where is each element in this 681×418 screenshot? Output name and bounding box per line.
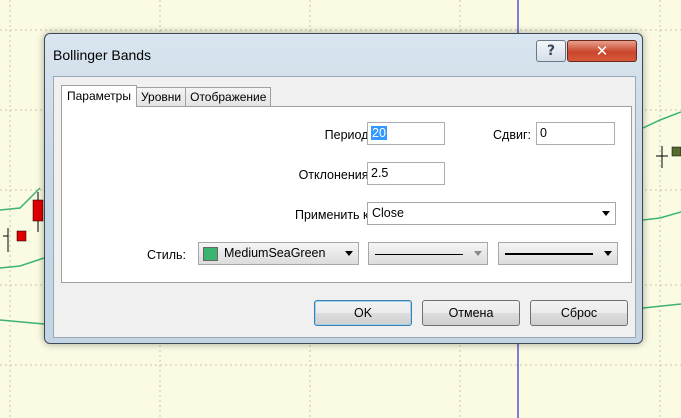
shift-input[interactable]: 0 (536, 122, 615, 145)
color-select[interactable]: MediumSeaGreen (198, 242, 359, 265)
apply-to-select[interactable]: Close (367, 202, 616, 225)
help-icon: ? (546, 43, 556, 59)
period-label: Период: (324, 128, 372, 142)
line-style-sample (375, 254, 463, 255)
cancel-button[interactable]: Отмена (422, 300, 520, 326)
tab-strip: Параметры Уровни Отображение (61, 85, 272, 107)
deviation-input[interactable]: 2.5 (367, 162, 445, 185)
band-upper-right (642, 111, 681, 129)
chevron-down-icon (602, 211, 610, 216)
candles-left (3, 192, 44, 252)
style-label: Стиль: (146, 248, 186, 262)
band-bottom-right (642, 303, 681, 309)
apply-to-value: Close (372, 206, 404, 220)
ok-button[interactable]: OK (314, 300, 412, 326)
chevron-down-icon (604, 251, 612, 256)
reset-button[interactable]: Сброс (530, 300, 628, 326)
bollinger-bands-dialog: Bollinger Bands ? ✕ Параметры Уровни Ото… (44, 33, 643, 344)
color-swatch (203, 247, 218, 261)
band-lower-right (642, 211, 681, 221)
parameters-panel: Период: 20 Сдвиг: 0 Отклонения: 2.5 Прим… (61, 106, 632, 283)
candles-right (656, 146, 681, 168)
chevron-down-icon (474, 251, 482, 256)
line-style-select[interactable] (368, 242, 488, 265)
period-input[interactable]: 20 (367, 122, 445, 145)
tab-visualization[interactable]: Отображение (185, 87, 272, 107)
shift-label: Сдвиг: (493, 128, 531, 142)
tab-levels[interactable]: Уровни (135, 87, 187, 107)
color-name: MediumSeaGreen (224, 246, 326, 260)
band-lower-left (0, 257, 45, 269)
dialog-title: Bollinger Bands (53, 47, 152, 63)
help-button[interactable]: ? (536, 40, 566, 62)
line-width-select[interactable] (498, 242, 618, 265)
band-bottom-left (0, 319, 45, 325)
deviation-label: Отклонения: (298, 168, 372, 182)
close-button[interactable]: ✕ (567, 40, 637, 62)
close-icon: ✕ (595, 42, 609, 60)
dialog-client-area: Параметры Уровни Отображение Период: 20 … (53, 76, 636, 338)
tab-parameters[interactable]: Параметры (61, 85, 137, 107)
line-width-sample (505, 253, 593, 255)
chevron-down-icon (345, 251, 353, 256)
apply-to-label: Применить к: (294, 208, 372, 222)
period-value: 20 (371, 126, 387, 140)
